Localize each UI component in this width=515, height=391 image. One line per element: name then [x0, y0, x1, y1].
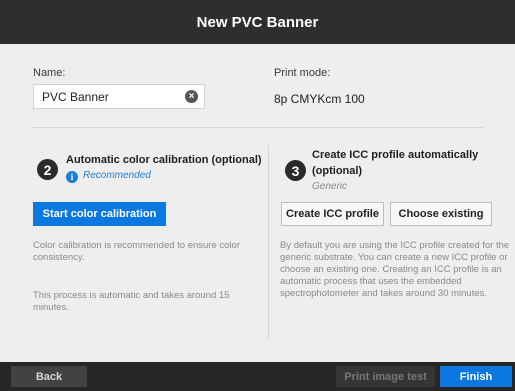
step-3-title-line2: (optional)	[312, 165, 363, 177]
dialog-footer: Back Print image test Finish	[0, 362, 515, 391]
step-3-number: 3	[291, 162, 300, 179]
step-2-number: 2	[43, 161, 52, 178]
back-button[interactable]: Back	[11, 366, 87, 387]
print-mode-label: Print mode:	[274, 67, 331, 79]
clear-icon[interactable]: ×	[185, 90, 198, 103]
print-mode-value: 8p CMYKcm 100	[274, 92, 365, 106]
start-color-calibration-button[interactable]: Start color calibration	[33, 202, 166, 226]
step-2-title: Automatic color calibration (optional)	[66, 154, 262, 166]
name-label: Name:	[33, 67, 66, 79]
horizontal-divider	[33, 127, 483, 128]
step-3-badge: 3	[285, 160, 306, 181]
print-image-test-button[interactable]: Print image test	[336, 366, 435, 387]
step-3-title-line1: Create ICC profile automatically	[312, 149, 479, 161]
dialog-title: New PVC Banner	[196, 13, 319, 31]
name-field[interactable]: ×	[33, 84, 205, 109]
recommended-label: Recommended	[83, 170, 151, 181]
generic-label: Generic	[312, 181, 348, 192]
finish-button[interactable]: Finish	[440, 366, 512, 387]
step-2-badge: 2	[37, 159, 58, 180]
vertical-divider	[268, 145, 269, 339]
choose-existing-button[interactable]: Choose existing	[390, 202, 492, 226]
dialog-content: Name: × Print mode: 8p CMYKcm 100 2 Auto…	[0, 44, 515, 362]
create-icc-profile-button[interactable]: Create ICC profile	[281, 202, 384, 226]
step-2-description-2: This process is automatic and takes arou…	[33, 290, 230, 313]
info-icon: i	[66, 171, 78, 183]
name-input[interactable]	[34, 85, 182, 108]
step-3-description: By default you are using the ICC profile…	[280, 240, 510, 299]
dialog-header: New PVC Banner	[0, 0, 515, 44]
step-2-description-1: Color calibration is recommended to ensu…	[33, 240, 240, 263]
